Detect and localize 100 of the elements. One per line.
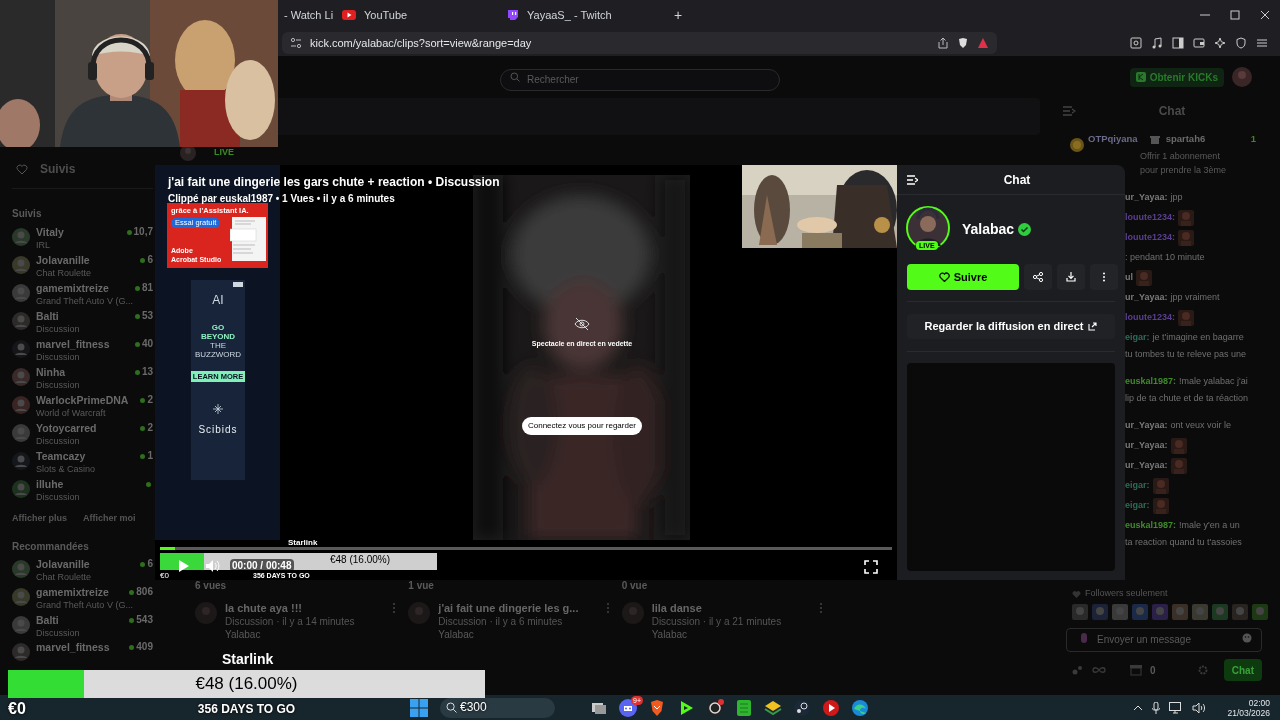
section-title: Recommandées (12, 540, 90, 551)
watch-live-button[interactable]: Regarder la diffusion en direct (907, 314, 1115, 339)
dots-icon[interactable] (1072, 665, 1084, 675)
get-kicks-button[interactable]: Obtenir KICKs (1129, 67, 1224, 87)
chat-username[interactable]: euskal1987: (1125, 519, 1177, 533)
chat-username[interactable]: ur_Yayaa: (1125, 291, 1168, 305)
taskbar-search[interactable] (440, 697, 555, 718)
microphone-icon[interactable] (1152, 701, 1161, 714)
channel-item[interactable]: gamemixtreize 81 Grand Theft Auto V (G... (12, 279, 153, 307)
wave-icon[interactable] (851, 698, 869, 717)
chat-username[interactable]: euskal1987: (1125, 375, 1177, 389)
chat-username[interactable]: ur_Yayaa: (1125, 191, 1168, 205)
view-count: 0 vue (621, 580, 649, 592)
chat-username[interactable]: louute1234: (1125, 311, 1175, 325)
progress-track[interactable] (160, 547, 892, 550)
ad-text: BUZZWORD (194, 350, 242, 359)
message-field[interactable]: Envoyer un message (1066, 627, 1262, 652)
goal-remaining: 356 DAYS TO GO (197, 701, 296, 718)
record-icon[interactable] (706, 698, 724, 717)
sparkle-icon[interactable] (1214, 37, 1226, 49)
channel-item[interactable]: marvel_fitness 409 (12, 639, 153, 659)
music-note-icon[interactable] (1151, 37, 1163, 49)
chat-username[interactable]: ur_Yayaa: (1125, 419, 1168, 433)
channel-category: World of Warcraft (36, 407, 107, 419)
chat-message: lip de ta chute et de ta réaction (1125, 392, 1250, 405)
chevron-up-icon[interactable] (1133, 704, 1144, 711)
show-less-link[interactable]: Afficher moi (83, 512, 136, 526)
channel-item[interactable]: marvel_fitness 40 Discussion (12, 335, 153, 363)
shield-icon[interactable] (1235, 37, 1247, 49)
channel-item[interactable]: Jolavanille 6 Chat Roulette (12, 555, 153, 583)
show-more-link[interactable]: Afficher plus (12, 512, 67, 526)
browser-tab[interactable]: - Watch Li (280, 0, 338, 30)
sidebar-icon[interactable] (1172, 37, 1184, 49)
viewer-count: 543 (136, 614, 153, 626)
send-button[interactable]: Chat (1223, 659, 1262, 681)
screen-search-icon[interactable] (1130, 37, 1142, 49)
play-icon[interactable] (178, 559, 190, 573)
chat-username[interactable]: ur_Yayaa: (1125, 459, 1168, 473)
goal-start: €0 (160, 571, 169, 580)
channel-item[interactable]: Ninha 13 Discussion (12, 363, 153, 391)
avatar-icon (12, 588, 30, 606)
clock-date[interactable]: 21/03/2026 (1227, 707, 1270, 718)
channel-item[interactable]: WarlockPrimeDNA 2 World of Warcraft (12, 391, 153, 419)
clip-title[interactable]: j'ai fait une dingerie les g... (438, 602, 598, 615)
clip-title[interactable]: la chute aya !!! (225, 602, 385, 615)
channel-item[interactable]: Balti 543 Discussion (12, 611, 153, 639)
avatar-icon (12, 312, 30, 330)
follow-button[interactable]: Suivre (907, 264, 1019, 290)
gift-text: Offrir 1 abonnement (1140, 150, 1221, 164)
search-field[interactable]: Rechercher (500, 68, 780, 91)
smiley-icon[interactable] (1242, 633, 1252, 643)
triangle-icon[interactable] (977, 37, 989, 49)
chat-username[interactable]: ul (1125, 271, 1133, 285)
chat-username[interactable]: louute1234: (1125, 211, 1175, 225)
chat-username[interactable]: ur_Yayaa: (1125, 439, 1168, 453)
viewer-count: 6 (147, 558, 153, 570)
channel-name: Teamcazy (36, 450, 86, 462)
address-bar[interactable]: kick.com/yalabac/clips?sort=view&range=day (282, 32, 997, 54)
monitor-icon[interactable] (1169, 701, 1184, 714)
download-button[interactable] (1057, 264, 1085, 290)
clock-time[interactable]: 02:00 (1248, 697, 1270, 708)
nav-link[interactable]: Suivis (40, 160, 76, 178)
volume-icon[interactable] (205, 559, 220, 573)
channel-category: Discussion (36, 491, 81, 503)
share-icon[interactable] (937, 37, 949, 49)
search-icon (446, 702, 457, 713)
channel-item[interactable]: Jolavanille 6 Chat Roulette (12, 251, 153, 279)
menu-icon[interactable] (1256, 37, 1268, 49)
chat-username[interactable]: louute1234: (1125, 231, 1175, 245)
login-button[interactable]: Connectez vous pour regarder (522, 417, 642, 435)
clip-title[interactable]: lila danse (651, 602, 811, 615)
chat-username[interactable]: eigar: (1125, 331, 1150, 345)
channel-item[interactable]: gamemixtreize 806 Grand Theft Auto V (G... (12, 583, 153, 611)
new-tab-button[interactable]: + (668, 4, 688, 26)
chat-username[interactable]: eigar: (1125, 499, 1150, 513)
channel-item[interactable]: illuhe Discussion (12, 475, 153, 503)
goal-target: €300 (460, 700, 487, 715)
channel-item[interactable]: Yotoycarred 2 Discussion (12, 419, 153, 447)
wallet-icon[interactable] (1193, 37, 1205, 49)
viewer-count: 6 (147, 254, 153, 266)
channel-item[interactable]: Balti 53 Discussion (12, 307, 153, 335)
share-button[interactable] (1024, 264, 1052, 290)
fullscreen-icon[interactable] (864, 560, 878, 574)
play-icon[interactable] (822, 698, 840, 717)
channel-item[interactable]: Teamcazy 1 Slots & Casino (12, 447, 153, 475)
channel-name: Jolavanille (36, 254, 90, 266)
channel-avatar[interactable] (906, 206, 950, 250)
start-icon[interactable] (410, 698, 428, 717)
goal-label: Starlink (288, 539, 318, 547)
chat-username[interactable]: eigar: (1125, 479, 1150, 493)
speaker-icon[interactable] (1192, 701, 1207, 714)
more-button[interactable] (1090, 264, 1118, 290)
channel-item[interactable]: Vitaly 10,7 IRL (12, 223, 153, 251)
notebook-icon[interactable] (735, 698, 753, 717)
channel-name[interactable]: Yalabac (962, 218, 1015, 240)
channel-category: Chat Roulette (36, 571, 93, 583)
hidden-eye-icon (574, 317, 590, 331)
browser-tab[interactable]: YouTube (338, 0, 503, 30)
layers-icon[interactable] (764, 698, 782, 717)
browser-tab[interactable]: YayaaS_ - Twitch (503, 0, 668, 30)
